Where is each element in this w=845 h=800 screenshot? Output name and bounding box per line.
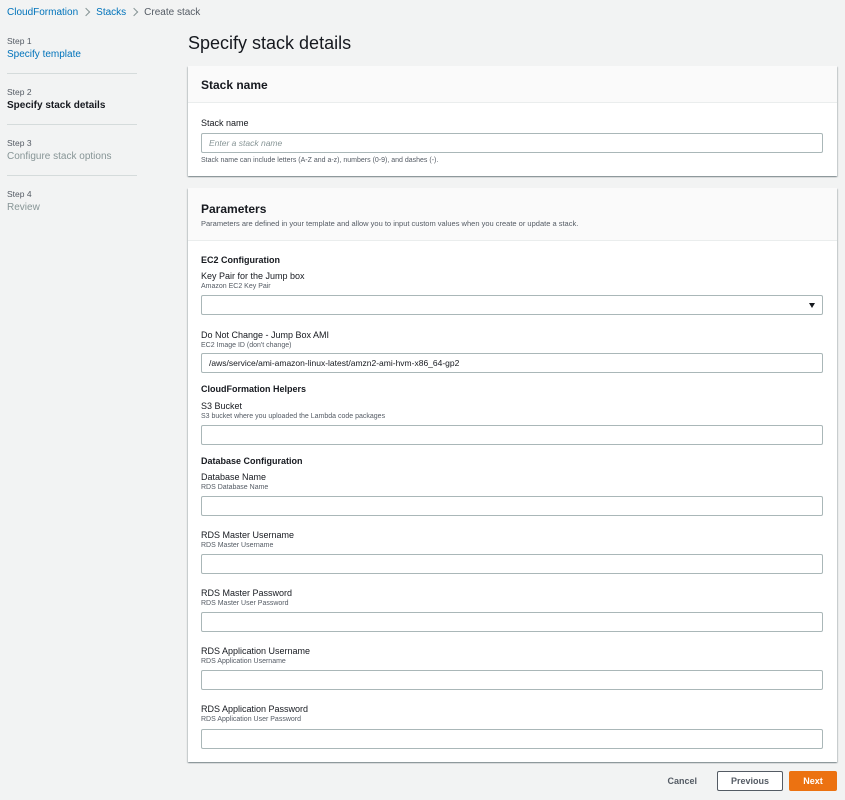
master-password-desc: RDS Master User Password bbox=[201, 600, 289, 607]
key-pair-label: Key Pair for the Jump box bbox=[201, 271, 305, 281]
step-1: Step 1 Specify template bbox=[7, 35, 137, 74]
caret-down-icon bbox=[809, 303, 815, 308]
master-password-label: RDS Master Password bbox=[201, 588, 293, 598]
stack-name-label: Stack name bbox=[201, 118, 249, 128]
stack-name-panel: Stack name Stack name Enter a stack name… bbox=[188, 66, 837, 176]
key-pair-desc: Amazon EC2 Key Pair bbox=[201, 283, 271, 290]
step-current-label: Specify stack details bbox=[7, 100, 106, 111]
chevron-right-icon bbox=[78, 6, 96, 18]
ami-desc: EC2 Image ID (don't change) bbox=[201, 342, 292, 349]
section-ec2-configuration: EC2 Configuration bbox=[201, 255, 280, 265]
app-username-label: RDS Application Username bbox=[201, 646, 311, 656]
app-username-input[interactable] bbox=[201, 670, 823, 690]
step-disabled-label: Configure stack options bbox=[7, 151, 112, 162]
step-number: Step 4 bbox=[7, 189, 32, 199]
step-2: Step 2 Specify stack details bbox=[7, 86, 137, 125]
step-number: Step 2 bbox=[7, 87, 32, 97]
section-database-configuration: Database Configuration bbox=[201, 456, 303, 466]
step-4: Step 4 Review bbox=[7, 188, 137, 226]
panel-body: Stack name Enter a stack name Stack name… bbox=[188, 103, 837, 176]
ami-input[interactable]: /aws/service/ami-amazon-linux-latest/amz… bbox=[201, 353, 823, 373]
breadcrumb-cloudformation[interactable]: CloudFormation bbox=[7, 7, 78, 18]
panel-title: Parameters bbox=[201, 202, 267, 216]
breadcrumb-current: Create stack bbox=[144, 6, 201, 18]
section-cloudformation-helpers: CloudFormation Helpers bbox=[201, 384, 307, 394]
chevron-right-icon bbox=[126, 6, 144, 18]
footer-actions: Cancel Previous Next bbox=[667, 771, 837, 791]
master-password-input[interactable] bbox=[201, 612, 823, 632]
step-3: Step 3 Configure stack options bbox=[7, 137, 137, 176]
s3-bucket-label: S3 Bucket bbox=[201, 401, 243, 411]
panel-header: Stack name bbox=[188, 66, 837, 103]
breadcrumb-stacks[interactable]: Stacks bbox=[96, 7, 126, 18]
ami-label: Do Not Change - Jump Box AMI bbox=[201, 330, 330, 340]
step-number: Step 3 bbox=[7, 138, 32, 148]
stack-name-input[interactable]: Enter a stack name bbox=[201, 133, 823, 153]
key-pair-select[interactable] bbox=[201, 295, 823, 315]
panel-description: Parameters are defined in your template … bbox=[201, 219, 579, 228]
master-username-input[interactable] bbox=[201, 554, 823, 574]
step-disabled-label: Review bbox=[7, 202, 40, 213]
cancel-button[interactable]: Cancel bbox=[667, 776, 697, 786]
next-button[interactable]: Next bbox=[789, 771, 837, 791]
master-username-desc: RDS Master Username bbox=[201, 542, 274, 549]
app-password-label: RDS Application Password bbox=[201, 704, 309, 714]
s3-bucket-desc: S3 bucket where you uploaded the Lambda … bbox=[201, 413, 386, 420]
app-password-input[interactable] bbox=[201, 729, 823, 749]
panel-title: Stack name bbox=[201, 78, 268, 92]
db-name-desc: RDS Database Name bbox=[201, 484, 269, 491]
master-username-label: RDS Master Username bbox=[201, 530, 295, 540]
step-link-specify-template[interactable]: Specify template bbox=[7, 48, 137, 62]
previous-button[interactable]: Previous bbox=[717, 771, 783, 791]
parameters-panel: Parameters Parameters are defined in you… bbox=[188, 188, 837, 762]
step-number: Step 1 bbox=[7, 36, 32, 46]
app-username-desc: RDS Application Username bbox=[201, 658, 286, 665]
stack-name-hint: Stack name can include letters (A-Z and … bbox=[201, 157, 439, 164]
breadcrumb: CloudFormation Stacks Create stack bbox=[7, 5, 200, 19]
app-password-desc: RDS Application User Password bbox=[201, 716, 301, 723]
db-name-label: Database Name bbox=[201, 472, 267, 482]
wizard-steps: Step 1 Specify template Step 2 Specify s… bbox=[7, 35, 137, 238]
db-name-input[interactable] bbox=[201, 496, 823, 516]
s3-bucket-input[interactable] bbox=[201, 425, 823, 445]
panel-header: Parameters Parameters are defined in you… bbox=[188, 188, 837, 241]
page-title: Specify stack details bbox=[188, 33, 352, 53]
